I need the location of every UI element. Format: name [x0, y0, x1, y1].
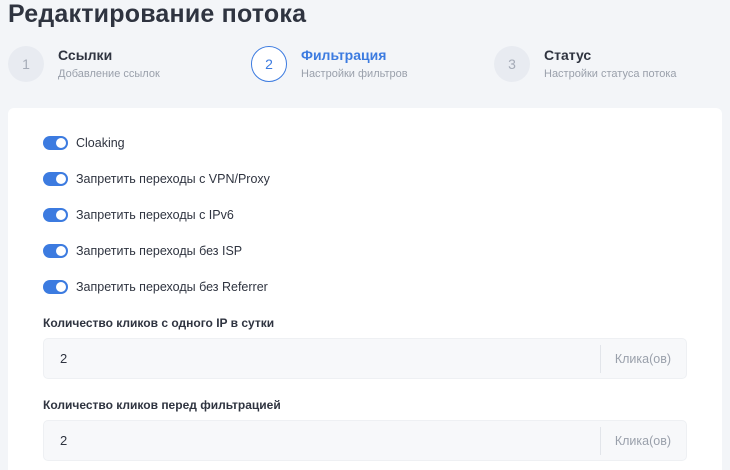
- cloaking-toggle[interactable]: [43, 136, 68, 150]
- clicks-before-filter-input[interactable]: [44, 421, 600, 460]
- toggle-label: Запретить переходы с IPv6: [76, 208, 234, 222]
- filter-settings-card: Cloaking Запретить переходы с VPN/Proxy …: [8, 108, 722, 470]
- toggle-label: Запретить переходы без Referrer: [76, 280, 268, 294]
- step-subtitle: Настройки статуса потока: [544, 67, 677, 80]
- toggle-row-isp: Запретить переходы без ISP: [43, 243, 242, 259]
- step-title: Статус: [544, 46, 592, 63]
- page-title: Редактирование потока: [8, 0, 307, 28]
- step-title: Фильтрация: [301, 46, 387, 63]
- clicks-per-ip-label: Количество кликов с одного IP в сутки: [43, 316, 275, 330]
- isp-toggle[interactable]: [43, 244, 68, 258]
- stepper: 1 Ссылки Добавление ссылок 2 Фильтрация …: [8, 46, 728, 90]
- step-subtitle: Добавление ссылок: [58, 67, 160, 80]
- step-status[interactable]: 3 Статус Настройки статуса потока: [494, 46, 677, 82]
- step-filtering[interactable]: 2 Фильтрация Настройки фильтров: [251, 46, 408, 82]
- clicks-before-filter-field: Клика(ов): [43, 420, 687, 461]
- clicks-unit-suffix: Клика(ов): [599, 426, 686, 455]
- toggle-label: Запретить переходы с VPN/Proxy: [76, 172, 270, 186]
- edit-stream-page: Редактирование потока 1 Ссылки Добавлени…: [0, 0, 730, 470]
- toggle-label: Cloaking: [76, 136, 125, 150]
- vpn-proxy-toggle[interactable]: [43, 172, 68, 186]
- referrer-toggle[interactable]: [43, 280, 68, 294]
- step-number: 2: [251, 46, 287, 82]
- step-subtitle: Настройки фильтров: [301, 67, 408, 80]
- toggle-row-cloaking: Cloaking: [43, 135, 125, 151]
- toggle-row-vpn: Запретить переходы с VPN/Proxy: [43, 171, 270, 187]
- toggle-label: Запретить переходы без ISP: [76, 244, 243, 258]
- clicks-per-ip-input[interactable]: [44, 339, 600, 378]
- toggle-row-referrer: Запретить переходы без Referrer: [43, 279, 268, 295]
- step-title: Ссылки: [58, 46, 113, 63]
- step-links[interactable]: 1 Ссылки Добавление ссылок: [8, 46, 160, 82]
- clicks-unit-suffix: Клика(ов): [599, 344, 686, 373]
- ipv6-toggle[interactable]: [43, 208, 68, 222]
- toggle-row-ipv6: Запретить переходы с IPv6: [43, 207, 234, 223]
- clicks-per-ip-field: Клика(ов): [43, 338, 687, 379]
- clicks-before-filter-label: Количество кликов перед фильтрацией: [43, 398, 281, 412]
- step-number: 1: [8, 46, 44, 82]
- step-number: 3: [494, 46, 530, 82]
